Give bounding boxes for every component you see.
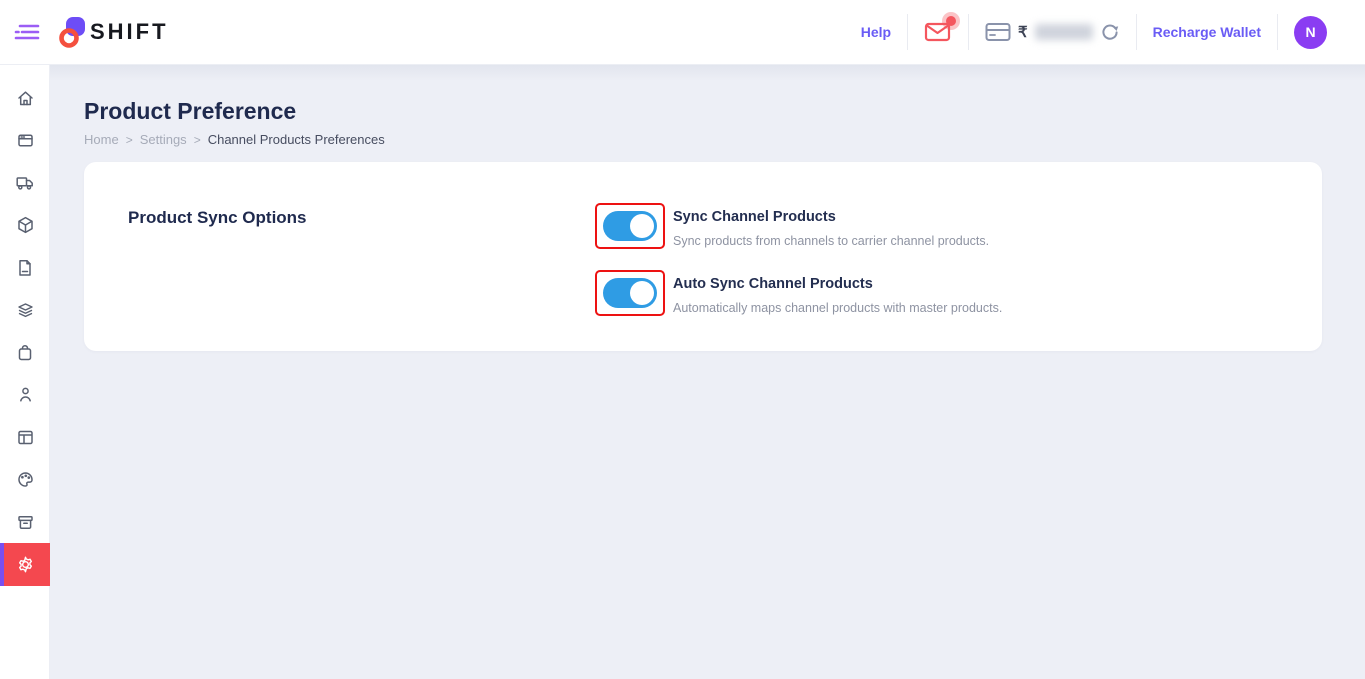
breadcrumb-settings[interactable]: Settings <box>140 132 187 147</box>
help-link[interactable]: Help <box>861 24 891 40</box>
section-title: Product Sync Options <box>128 208 307 228</box>
header-divider <box>968 14 969 50</box>
sidebar-item-archive[interactable] <box>0 501 50 543</box>
palette-icon <box>17 471 34 488</box>
sidebar-item-billing[interactable] <box>0 119 50 161</box>
sidebar-item-shipping[interactable] <box>0 162 50 204</box>
sidebar <box>0 65 50 679</box>
billing-card-icon <box>17 132 34 149</box>
dashboard-layout-icon <box>17 429 34 446</box>
header-left: SHIFT <box>14 16 169 48</box>
recharge-wallet-link[interactable]: Recharge Wallet <box>1153 24 1261 40</box>
brand-logo[interactable]: SHIFT <box>58 16 169 48</box>
currency-symbol: ₹ <box>1018 23 1028 41</box>
sidebar-item-home[interactable] <box>0 77 50 119</box>
option-description: Automatically maps channel products with… <box>673 301 1002 315</box>
sidebar-item-inventory[interactable] <box>0 289 50 331</box>
wallet-balance: ₹ <box>985 22 1120 42</box>
header-divider <box>1136 14 1137 50</box>
breadcrumb-separator: > <box>126 133 133 147</box>
sidebar-item-customers[interactable] <box>0 374 50 416</box>
brand-logo-glyph-icon <box>58 16 86 48</box>
header-divider <box>907 14 908 50</box>
option-text: Sync Channel Products Sync products from… <box>673 203 989 248</box>
archive-box-icon <box>17 514 34 531</box>
header-divider <box>1277 14 1278 50</box>
settings-gear-icon <box>17 556 34 573</box>
option-row-auto-sync-channel-products: Auto Sync Channel Products Automatically… <box>595 270 1002 316</box>
breadcrumb-current: Channel Products Preferences <box>208 132 385 147</box>
toggle-knob <box>630 281 654 305</box>
user-icon <box>17 386 34 403</box>
sidebar-item-settings[interactable] <box>0 543 50 585</box>
menu-toggle-icon[interactable] <box>14 21 40 43</box>
sync-channel-products-toggle[interactable] <box>603 211 657 241</box>
brand-logo-text: SHIFT <box>90 19 169 45</box>
credit-card-icon <box>985 22 1011 42</box>
option-description: Sync products from channels to carrier c… <box>673 234 989 248</box>
user-avatar[interactable]: N <box>1294 16 1327 49</box>
page-title: Product Preference <box>84 98 296 125</box>
top-header: SHIFT Help ₹ <box>0 0 1365 65</box>
sidebar-item-appearance[interactable] <box>0 459 50 501</box>
wallet-balance-redacted <box>1035 24 1093 40</box>
layers-icon <box>17 302 34 319</box>
refresh-balance-icon[interactable] <box>1100 22 1120 42</box>
toggle-highlight-box <box>595 270 665 316</box>
toggle-highlight-box <box>595 203 665 249</box>
notifications-mail-icon[interactable] <box>924 20 952 44</box>
bag-icon <box>17 344 33 362</box>
shipping-truck-icon <box>16 174 34 191</box>
hamburger-icon-svg <box>14 21 40 43</box>
app-root: SHIFT Help ₹ <box>0 0 1365 679</box>
option-text: Auto Sync Channel Products Automatically… <box>673 270 1002 315</box>
option-label: Sync Channel Products <box>673 209 989 225</box>
sidebar-item-dashboard[interactable] <box>0 416 50 458</box>
option-label: Auto Sync Channel Products <box>673 276 1002 292</box>
breadcrumb-home[interactable]: Home <box>84 132 119 147</box>
breadcrumb: Home > Settings > Channel Products Prefe… <box>84 132 385 147</box>
sidebar-item-documents[interactable] <box>0 247 50 289</box>
product-sync-preferences-card: Product Sync Options Sync Channel Produc… <box>84 162 1322 351</box>
breadcrumb-separator: > <box>194 133 201 147</box>
auto-sync-channel-products-toggle[interactable] <box>603 278 657 308</box>
notification-dot <box>946 16 956 26</box>
refresh-icon-svg <box>1100 22 1120 42</box>
sidebar-item-orders[interactable] <box>0 331 50 373</box>
home-icon <box>17 90 34 107</box>
header-right: Help ₹ <box>861 14 1327 50</box>
toggle-knob <box>630 214 654 238</box>
option-row-sync-channel-products: Sync Channel Products Sync products from… <box>595 203 1002 249</box>
package-icon <box>17 216 34 234</box>
sidebar-item-products[interactable] <box>0 204 50 246</box>
sync-options-list: Sync Channel Products Sync products from… <box>595 203 1002 316</box>
main-content: Product Preference Home > Settings > Cha… <box>50 65 1365 679</box>
document-icon <box>17 259 33 277</box>
